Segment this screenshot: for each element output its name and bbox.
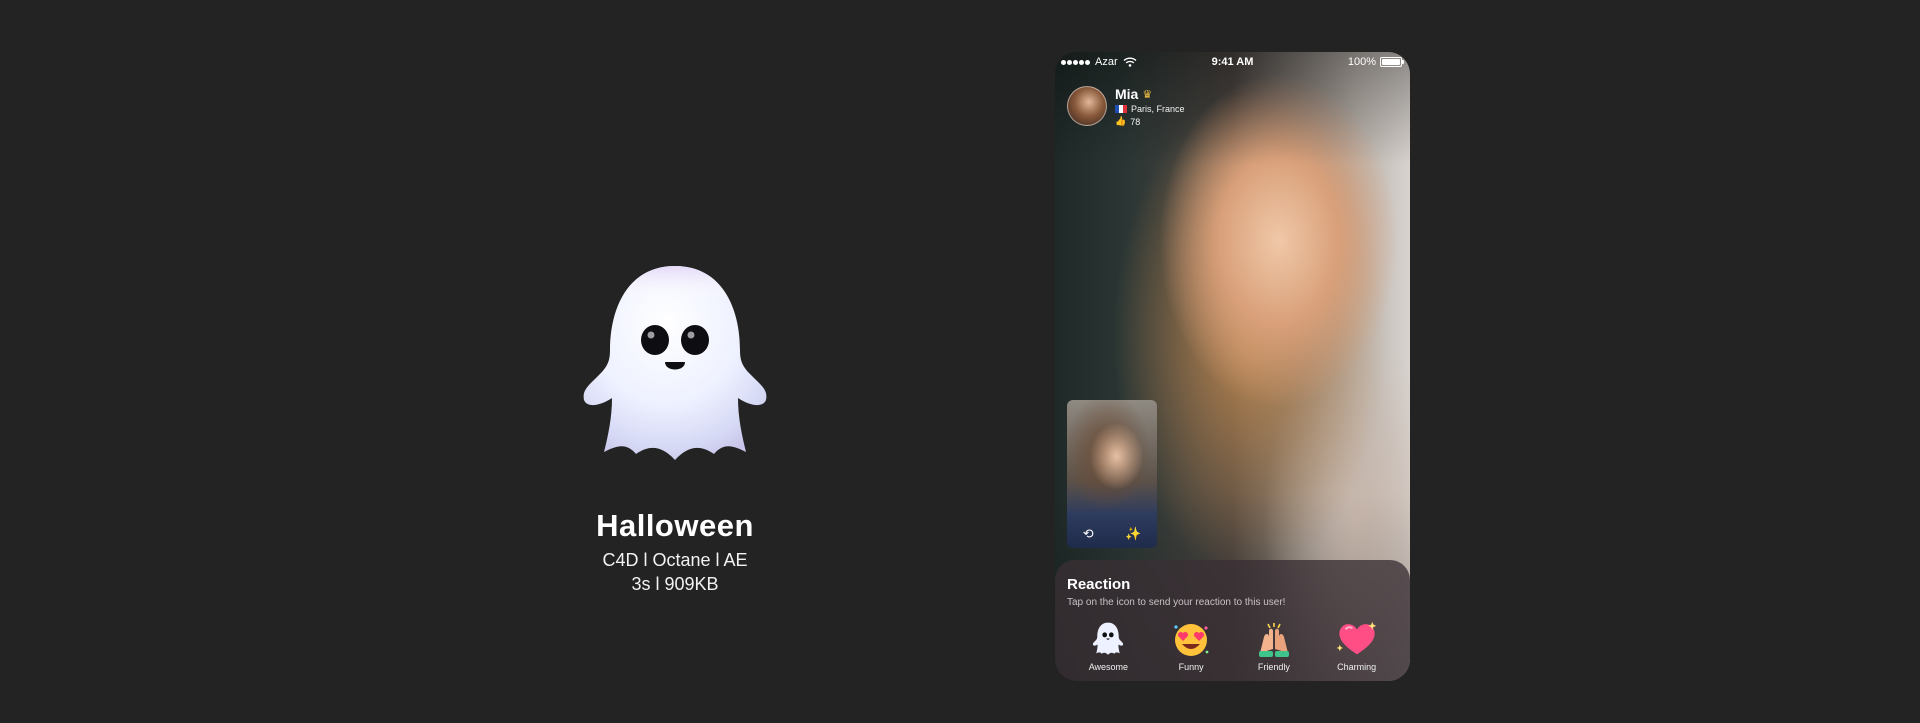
reaction-label: Funny (1178, 662, 1204, 672)
reaction-title: Reaction (1067, 576, 1131, 593)
signal-icon (1061, 59, 1090, 65)
hero-title: Halloween (596, 508, 754, 543)
ghost-icon (560, 250, 790, 480)
profile-likes: 78 (1130, 116, 1141, 127)
magic-wand-icon[interactable]: ✨ (1125, 526, 1141, 542)
reaction-label: Friendly (1257, 662, 1290, 672)
high-five-icon[interactable] (1253, 618, 1295, 660)
reaction-funny[interactable]: Funny (1156, 618, 1226, 672)
battery-icon (1380, 57, 1404, 67)
profile-location: Paris, France (1131, 104, 1185, 114)
hero-specs: 3s l 909KB (631, 574, 719, 594)
reaction-row: Awesome Funny Friendly Charming (1067, 618, 1398, 672)
ghost-icon[interactable] (1087, 618, 1129, 660)
hero-tools: C4D l Octane l AE (602, 550, 748, 570)
profile-card[interactable]: Mia ♛ Paris, France 👍 78 (1067, 86, 1185, 127)
switch-camera-icon[interactable]: ⟲ (1083, 526, 1094, 542)
carrier-name: Azar (1095, 56, 1118, 68)
like-icon: 👍 (1115, 116, 1127, 126)
self-video-preview[interactable]: ⟲ ✨ (1067, 400, 1157, 548)
reaction-label: Awesome (1088, 662, 1129, 672)
battery-percent: 100% (1347, 56, 1376, 68)
avatar[interactable] (1067, 86, 1107, 126)
wifi-icon (1123, 57, 1137, 67)
reaction-subtitle: Tap on the icon to send your reaction to… (1067, 597, 1286, 608)
reaction-charming[interactable]: Charming (1322, 618, 1392, 672)
heart-eyes-icon[interactable] (1170, 618, 1212, 660)
reaction-sheet: Reaction Tap on the icon to send your re… (1055, 560, 1410, 681)
reaction-friendly[interactable]: Friendly (1239, 618, 1309, 672)
crown-icon: ♛ (1142, 88, 1153, 101)
reaction-label: Charming (1337, 662, 1377, 672)
heart-icon[interactable] (1336, 618, 1378, 660)
status-bar: Azar 9:41 AM 100% (1055, 52, 1410, 72)
reaction-awesome[interactable]: Awesome (1073, 618, 1143, 672)
profile-name: Mia (1115, 86, 1139, 102)
hero-block: Halloween C4D l Octane l AE 3s l 909KB (520, 250, 830, 595)
status-time: 9:41 AM (1211, 56, 1254, 68)
france-flag-icon (1115, 105, 1127, 113)
phone-screen: Azar 9:41 AM 100% Mia ♛ Paris, France 👍 … (1055, 52, 1410, 681)
